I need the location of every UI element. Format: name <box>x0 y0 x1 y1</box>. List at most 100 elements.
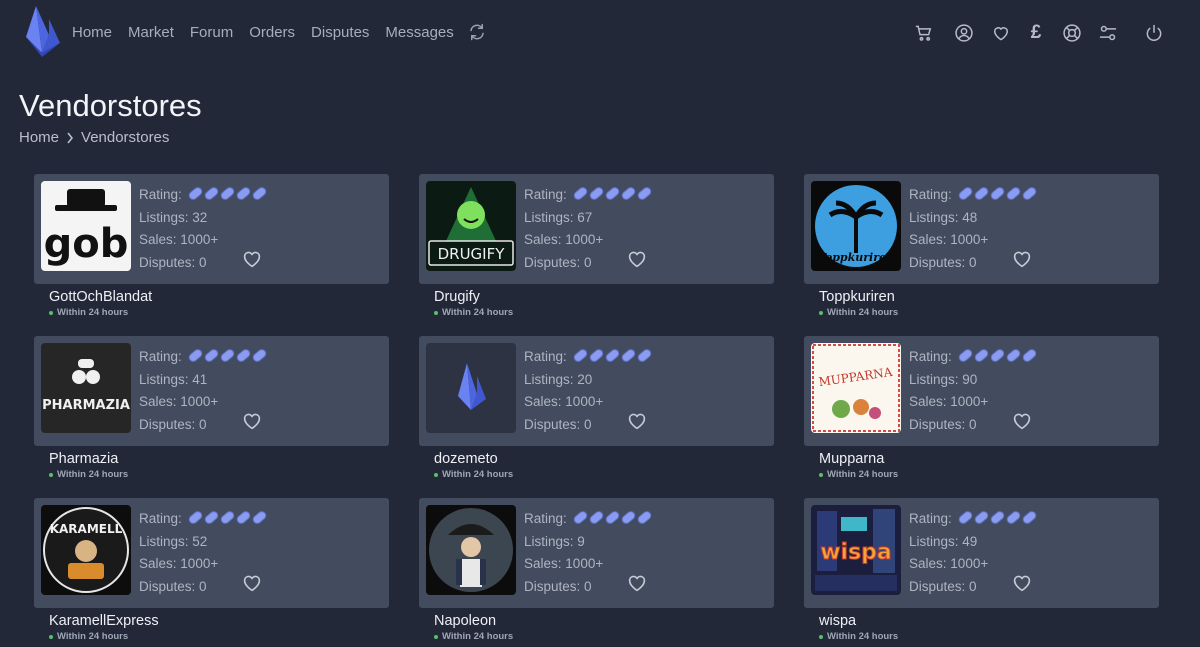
listings-count: 32 <box>192 209 208 225</box>
store-name[interactable]: KaramellExpress <box>49 613 159 629</box>
store-name[interactable]: Pharmazia <box>49 451 118 467</box>
disputes-count: 0 <box>199 254 207 270</box>
page-title: Vendorstores <box>19 88 202 123</box>
sales-count: 1000+ <box>950 556 989 571</box>
store-card[interactable]: KARAMELL Rating: Listings: 52 Sales: 100… <box>34 498 389 608</box>
listings-count: 41 <box>192 371 208 387</box>
store-card[interactable]: wispa Rating: Listings: 49 Sales: 1000+ … <box>804 498 1159 608</box>
store-logo[interactable] <box>426 505 516 595</box>
store-card[interactable]: Toppkuriren Rating: Listings: 48 Sales: … <box>804 174 1159 284</box>
store-logo[interactable]: KARAMELL <box>41 505 131 595</box>
online-dot-icon <box>434 634 438 639</box>
shipping-status: Within 24 hours <box>434 469 513 480</box>
sales-count: 1000+ <box>565 394 604 409</box>
lifebuoy-icon[interactable] <box>1061 22 1083 44</box>
store-name[interactable]: Napoleon <box>434 613 496 629</box>
pound-icon[interactable]: £ <box>1025 22 1047 44</box>
power-icon[interactable] <box>1143 22 1165 44</box>
online-dot-icon <box>434 472 438 477</box>
store-card[interactable]: Rating: Listings: 20 Sales: 1000+ Disput… <box>419 336 774 446</box>
favorite-heart-icon[interactable] <box>627 574 647 592</box>
store-card[interactable]: DRUGIFY Rating: Listings: 67 Sales: 1000… <box>419 174 774 284</box>
heart-icon[interactable] <box>990 22 1012 44</box>
nav-market[interactable]: Market <box>128 24 174 42</box>
nav-disputes[interactable]: Disputes <box>311 24 369 42</box>
store-tile: wispa Rating: Listings: 49 Sales: 1000+ … <box>804 498 1159 647</box>
store-tile: KARAMELL Rating: Listings: 52 Sales: 100… <box>34 498 389 647</box>
shipping-status: Within 24 hours <box>819 469 898 480</box>
store-name[interactable]: Mupparna <box>819 451 884 467</box>
store-tile: Toppkuriren Rating: Listings: 48 Sales: … <box>804 174 1159 324</box>
store-logo[interactable]: DRUGIFY <box>426 181 516 271</box>
listings-count: 90 <box>962 371 978 387</box>
rating-pills <box>186 185 268 202</box>
disputes-count: 0 <box>584 578 592 594</box>
shipping-status: Within 24 hours <box>49 307 128 318</box>
listings-count: 52 <box>192 533 208 549</box>
listings-count: 9 <box>577 533 585 549</box>
online-dot-icon <box>819 310 823 315</box>
store-tile: Rating: Listings: 9 Sales: 1000+ Dispute… <box>419 498 774 647</box>
shipping-status: Within 24 hours <box>434 631 513 642</box>
svg-text:Toppkuriren: Toppkuriren <box>818 251 894 264</box>
favorite-heart-icon[interactable] <box>242 574 262 592</box>
favorite-heart-icon[interactable] <box>627 412 647 430</box>
disputes-count: 0 <box>199 578 207 594</box>
disputes-count: 0 <box>584 254 592 270</box>
breadcrumb-current: Vendorstores <box>81 129 170 146</box>
shipping-status: Within 24 hours <box>434 307 513 318</box>
store-logo[interactable]: PHARMAZIA <box>41 343 131 433</box>
breadcrumb: Home Vendorstores <box>19 129 169 146</box>
disputes-count: 0 <box>969 254 977 270</box>
store-name[interactable]: Drugify <box>434 289 480 305</box>
user-icon[interactable] <box>953 22 975 44</box>
sales-count: 1000+ <box>180 394 219 409</box>
store-name[interactable]: wispa <box>819 613 856 629</box>
listings-count: 20 <box>577 371 593 387</box>
nav-home[interactable]: Home <box>72 24 112 42</box>
rating-pills <box>571 347 653 364</box>
svg-text:PHARMAZIA: PHARMAZIA <box>42 398 130 413</box>
store-logo[interactable]: MUPPARNA <box>811 343 901 433</box>
main-nav: Home Market Forum Orders Disputes Messag… <box>72 24 470 42</box>
nav-forum[interactable]: Forum <box>190 24 233 42</box>
store-logo[interactable]: Toppkuriren <box>811 181 901 271</box>
online-dot-icon <box>434 310 438 315</box>
shipping-status: Within 24 hours <box>49 469 128 480</box>
nav-orders[interactable]: Orders <box>249 24 295 42</box>
store-logo[interactable]: wispa <box>811 505 901 595</box>
nav-messages[interactable]: Messages <box>385 24 453 42</box>
disputes-count: 0 <box>969 578 977 594</box>
store-card[interactable]: MUPPARNA Rating: Listings: 90 Sales: 100… <box>804 336 1159 446</box>
favorite-heart-icon[interactable] <box>242 412 262 430</box>
sales-count: 1000+ <box>565 556 604 571</box>
store-name[interactable]: Toppkuriren <box>819 289 895 305</box>
store-logo[interactable] <box>426 343 516 433</box>
favorite-heart-icon[interactable] <box>627 250 647 268</box>
favorite-heart-icon[interactable] <box>1012 250 1032 268</box>
breadcrumb-home[interactable]: Home <box>19 129 59 146</box>
shipping-status: Within 24 hours <box>819 307 898 318</box>
rating-pills <box>186 347 268 364</box>
favorite-heart-icon[interactable] <box>1012 574 1032 592</box>
svg-text:gob: gob <box>44 221 129 267</box>
store-name[interactable]: GottOchBlandat <box>49 289 152 305</box>
site-logo-icon[interactable] <box>22 5 62 57</box>
online-dot-icon <box>49 310 53 315</box>
cart-icon[interactable] <box>913 22 935 44</box>
disputes-count: 0 <box>969 416 977 432</box>
store-card[interactable]: Rating: Listings: 9 Sales: 1000+ Dispute… <box>419 498 774 608</box>
favorite-heart-icon[interactable] <box>1012 412 1032 430</box>
store-name[interactable]: dozemeto <box>434 451 498 467</box>
store-card[interactable]: PHARMAZIA Rating: Listings: 41 Sales: 10… <box>34 336 389 446</box>
store-card[interactable]: gob Rating: Listings: 32 Sales: 1000+ Di… <box>34 174 389 284</box>
online-dot-icon <box>819 472 823 477</box>
settings-sliders-icon[interactable] <box>1097 22 1119 44</box>
shipping-status: Within 24 hours <box>819 631 898 642</box>
store-logo[interactable]: gob <box>41 181 131 271</box>
refresh-icon[interactable] <box>468 23 486 41</box>
favorite-heart-icon[interactable] <box>242 250 262 268</box>
rating-pills <box>571 509 653 526</box>
rating-pills <box>956 509 1038 526</box>
disputes-count: 0 <box>199 416 207 432</box>
